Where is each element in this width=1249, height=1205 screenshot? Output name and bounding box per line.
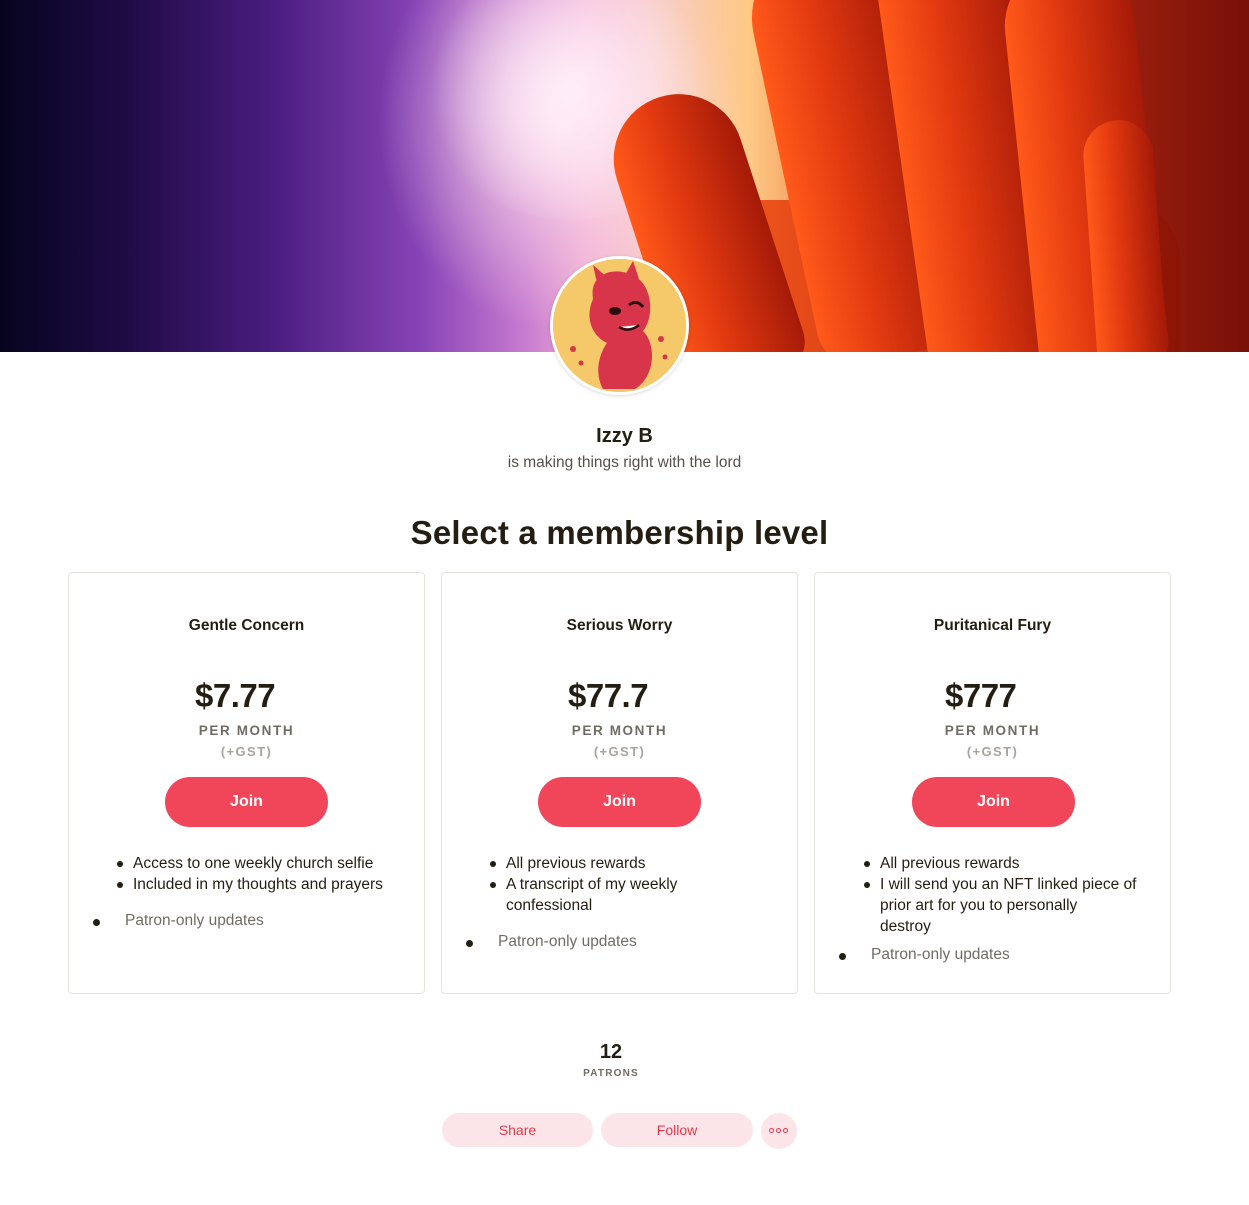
more-horizontal-icon-dot — [776, 1128, 781, 1133]
patron-count: 12 — [599, 1041, 623, 1063]
patron-updates-label: Patron-only updates — [871, 946, 1010, 963]
tier-card-gentle-concern: Gentle Concern $7.77 PER MONTH (+GST) Jo… — [68, 572, 425, 994]
benefit-item: I will send you an NFT linked piece of — [862, 874, 1136, 895]
tier-name: Puritanical Fury — [933, 617, 1052, 634]
tier-tax: (+GST) — [966, 744, 1019, 759]
tier-tax: (+GST) — [220, 744, 273, 759]
tier-period: PER MONTH — [944, 723, 1041, 738]
tier-price: $777 — [945, 677, 1017, 714]
more-horizontal-icon — [769, 1128, 774, 1133]
share-button[interactable]: Share — [442, 1113, 593, 1147]
tier-tax: (+GST) — [593, 744, 646, 759]
bullet-icon — [839, 953, 846, 960]
benefit-item: Included in my thoughts and prayers — [115, 874, 383, 895]
creator-avatar — [550, 256, 689, 395]
follow-button[interactable]: Follow — [601, 1113, 753, 1147]
tier-name: Serious Worry — [566, 617, 673, 634]
tier-price: $77.7 — [568, 677, 649, 714]
benefit-item: A transcript of my weekly — [488, 874, 677, 895]
benefit-item-continued: prior art for you to personally — [880, 897, 1078, 914]
tier-period: PER MONTH — [571, 723, 668, 738]
benefit-item: Access to one weekly church selfie — [115, 853, 383, 874]
more-horizontal-icon-dot — [783, 1128, 788, 1133]
tier-name: Gentle Concern — [188, 617, 305, 634]
bullet-icon — [93, 919, 100, 926]
benefit-item: All previous rewards — [488, 853, 677, 874]
benefit-list: All previous rewards I will send you an … — [862, 853, 1136, 937]
benefit-item-continued: destroy — [880, 918, 931, 935]
creator-name: Izzy B — [596, 425, 653, 447]
tier-period: PER MONTH — [198, 723, 295, 738]
patron-count-label: PATRONS — [583, 1068, 639, 1079]
join-button[interactable]: Join — [912, 777, 1075, 827]
benefit-list: Access to one weekly church selfie Inclu… — [115, 853, 383, 895]
patron-updates-label: Patron-only updates — [498, 933, 637, 950]
tier-card-puritanical-fury: Puritanical Fury $777 PER MONTH (+GST) J… — [814, 572, 1171, 994]
creator-tagline: is making things right with the lord — [507, 454, 742, 471]
section-title: Select a membership level — [410, 514, 829, 551]
benefit-item-continued: confessional — [506, 897, 593, 914]
benefit-list: All previous rewards A transcript of my … — [488, 853, 677, 916]
bullet-icon — [466, 940, 473, 947]
more-options-button[interactable] — [761, 1113, 797, 1149]
join-button[interactable]: Join — [165, 777, 328, 827]
tier-card-serious-worry: Serious Worry $77.7 PER MONTH (+GST) Joi… — [441, 572, 798, 994]
patron-updates-label: Patron-only updates — [125, 912, 264, 929]
join-button[interactable]: Join — [538, 777, 701, 827]
tier-price: $7.77 — [195, 677, 276, 714]
benefit-item: All previous rewards — [862, 853, 1136, 874]
